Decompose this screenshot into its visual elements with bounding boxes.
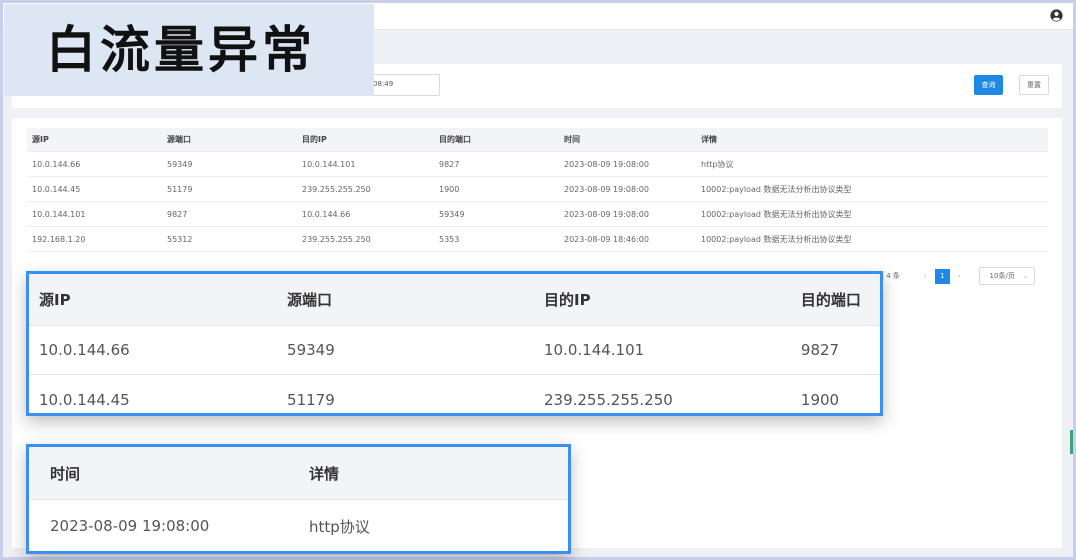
title-banner: 白流量异常 xyxy=(4,4,374,96)
zoom-col-src-port: 源端口 xyxy=(287,291,333,309)
cell-detail: http协议 xyxy=(701,159,734,169)
zoom-table-row: 2023-08-09 19:08:00 http协议 xyxy=(29,500,568,551)
zoom-table-row: 10.0.144.66 59349 10.0.144.101 9827 xyxy=(29,326,880,375)
zoom-table-header: 源IP 源端口 目的IP 目的端口 xyxy=(29,274,880,326)
cell-detail: 10002:payload 数据无法分析出协议类型 xyxy=(701,184,852,194)
cell-dst-port: 1900 xyxy=(439,184,460,194)
cell-detail: 10002:payload 数据无法分析出协议类型 xyxy=(701,234,852,244)
zoom-cell-src-ip: 10.0.144.45 xyxy=(39,390,130,409)
zoom-cell-src-port: 51179 xyxy=(287,390,335,409)
zoom-cell-dst-port: 9827 xyxy=(800,341,840,359)
zoom-cell-dst-ip: 10.0.144.101 xyxy=(543,341,645,359)
page-size-select[interactable]: 10条/页 ⌄ xyxy=(978,267,1035,285)
scroll-indicator xyxy=(1070,430,1073,454)
cell-src-port: 55312 xyxy=(167,234,193,244)
cell-src-ip: 10.0.144.45 xyxy=(32,184,81,194)
cell-dst-port: 59349 xyxy=(439,209,465,219)
cell-dst-ip: 239.255.255.250 xyxy=(302,234,371,244)
zoom-cell-detail: http协议 xyxy=(309,517,370,536)
cell-time: 2023-08-09 19:08:00 xyxy=(564,184,649,194)
col-header-dst-port: 目的端口 xyxy=(439,135,471,144)
cell-src-port: 9827 xyxy=(167,209,188,219)
zoom-callout-time-detail: 时间 详情 2023-08-09 19:08:00 http协议 xyxy=(26,444,571,554)
page-title: 白流量异常 xyxy=(46,21,316,79)
user-circle-icon[interactable] xyxy=(1050,9,1063,22)
page-number-button[interactable]: 1 xyxy=(934,268,950,284)
zoom-col-src-ip: 源IP xyxy=(39,291,71,309)
prev-page-icon[interactable]: ‹ xyxy=(924,272,927,280)
cell-src-ip: 10.0.144.101 xyxy=(32,209,86,219)
col-header-src-ip: 源IP xyxy=(32,135,49,144)
cell-time: 2023-08-09 18:46:00 xyxy=(564,234,649,244)
cell-src-port: 59349 xyxy=(167,159,193,169)
zoom-cell-time: 2023-08-09 19:08:00 xyxy=(50,517,210,535)
zoom-cell-dst-port: 1900 xyxy=(800,390,840,409)
col-header-time: 时间 xyxy=(564,135,580,144)
cell-dst-port: 9827 xyxy=(439,159,460,169)
page-size-label: 10条/页 xyxy=(989,272,1015,280)
cell-time: 2023-08-09 19:08:00 xyxy=(564,209,649,219)
traffic-table: 源IP 源端口 目的IP 目的端口 时间 详情 10.0.144.66 5934… xyxy=(27,128,1048,252)
cell-dst-port: 5353 xyxy=(439,234,460,244)
table-row[interactable]: 10.0.144.45 51179 239.255.255.250 1900 2… xyxy=(27,177,1048,202)
time-range-input[interactable]: ‌08:49 xyxy=(367,74,440,96)
query-button[interactable]: 查询 xyxy=(974,75,1003,95)
zoom-cell-src-ip: 10.0.144.66 xyxy=(39,341,130,359)
zoom-col-dst-ip: 目的IP xyxy=(543,291,591,309)
pagination: 共 4 条 ‹ 1 › 10条/页 ⌄ xyxy=(877,266,1035,286)
cell-detail: 10002:payload 数据无法分析出协议类型 xyxy=(701,209,852,219)
zoom-cell-dst-ip: 239.255.255.250 xyxy=(543,390,673,409)
zoom-col-time: 时间 xyxy=(50,464,81,483)
zoom-table-header: 时间 详情 xyxy=(29,447,568,500)
zoom-col-dst-port: 目的端口 xyxy=(800,291,861,309)
zoom-table-row: 10.0.144.45 51179 239.255.255.250 1900 xyxy=(29,375,880,413)
table-header: 源IP 源端口 目的IP 目的端口 时间 详情 xyxy=(27,128,1048,152)
table-row[interactable]: 10.0.144.101 9827 10.0.144.66 59349 2023… xyxy=(27,202,1048,227)
col-header-detail: 详情 xyxy=(701,135,717,144)
cell-src-ip: 10.0.144.66 xyxy=(32,159,81,169)
cell-dst-ip: 239.255.255.250 xyxy=(302,184,371,194)
table-row[interactable]: 192.168.1.20 55312 239.255.255.250 5353 … xyxy=(27,227,1048,252)
cell-src-port: 51179 xyxy=(167,184,193,194)
zoom-col-detail: 详情 xyxy=(309,464,340,483)
zoom-cell-src-port: 59349 xyxy=(287,341,335,359)
chevron-down-icon: ⌄ xyxy=(1022,272,1029,280)
cell-dst-ip: 10.0.144.101 xyxy=(302,159,356,169)
col-header-src-port: 源端口 xyxy=(167,135,191,144)
cell-dst-ip: 10.0.144.66 xyxy=(302,209,351,219)
next-page-icon[interactable]: › xyxy=(958,272,961,280)
cell-time: 2023-08-09 19:08:00 xyxy=(564,159,649,169)
col-header-dst-ip: 目的IP xyxy=(302,135,327,144)
cell-src-ip: 192.168.1.20 xyxy=(32,234,86,244)
zoom-callout-ip-ports: 源IP 源端口 目的IP 目的端口 10.0.144.66 59349 10.0… xyxy=(26,271,883,416)
table-row[interactable]: 10.0.144.66 59349 10.0.144.101 9827 2023… xyxy=(27,152,1048,177)
reset-button[interactable]: 重置 xyxy=(1019,75,1049,95)
